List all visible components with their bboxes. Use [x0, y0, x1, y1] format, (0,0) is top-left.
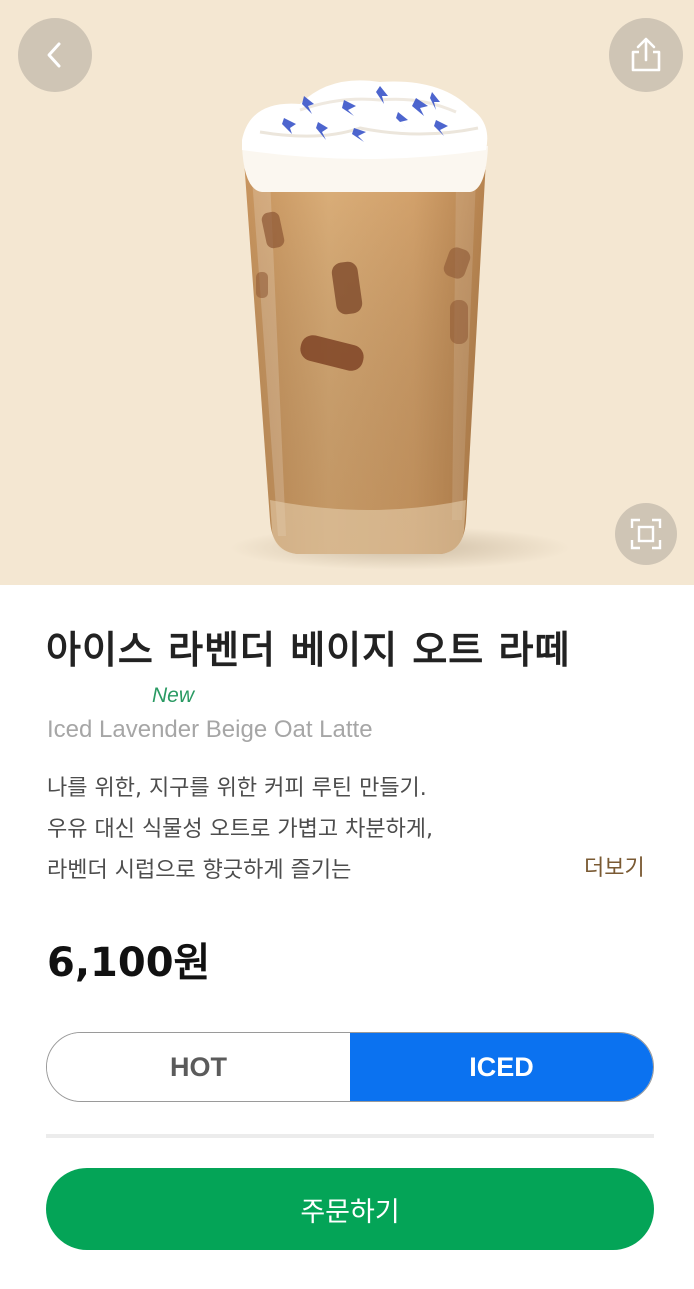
description-line: 우유 대신 식물성 오트로 가볍고 차분하게,	[47, 817, 434, 842]
order-button[interactable]: 주문하기	[46, 1168, 654, 1250]
more-link[interactable]: 더보기	[584, 850, 645, 882]
iced-option[interactable]: ICED	[350, 1033, 653, 1101]
expand-icon	[630, 518, 662, 550]
price: 6,100원	[47, 940, 211, 986]
product-description: 나를 위한, 지구를 위한 커피 루틴 만들기. 우유 대신 식물성 오트로 가…	[47, 768, 547, 891]
chevron-left-icon	[47, 42, 61, 68]
new-badge: New	[152, 684, 195, 707]
product-name-english: Iced Lavender Beige Oat Latte	[47, 716, 373, 743]
expand-image-button[interactable]	[615, 503, 677, 565]
share-button[interactable]	[609, 18, 683, 92]
back-button[interactable]	[18, 18, 92, 92]
description-line: 나를 위한, 지구를 위한 커피 루틴 만들기.	[47, 776, 427, 801]
product-title-block: 아이스 라벤더 베이지 오트 라떼 New	[46, 628, 656, 707]
section-divider	[46, 1134, 654, 1138]
description-line: 라벤더 시럽으로 향긋하게 즐기는	[47, 858, 352, 883]
product-name: 아이스 라벤더 베이지 오트 라떼	[46, 628, 571, 672]
product-hero	[0, 0, 694, 585]
temperature-toggle: HOT ICED	[46, 1032, 654, 1102]
share-icon	[631, 37, 661, 72]
hot-option[interactable]: HOT	[47, 1033, 350, 1101]
iced-latte-image	[230, 80, 570, 570]
